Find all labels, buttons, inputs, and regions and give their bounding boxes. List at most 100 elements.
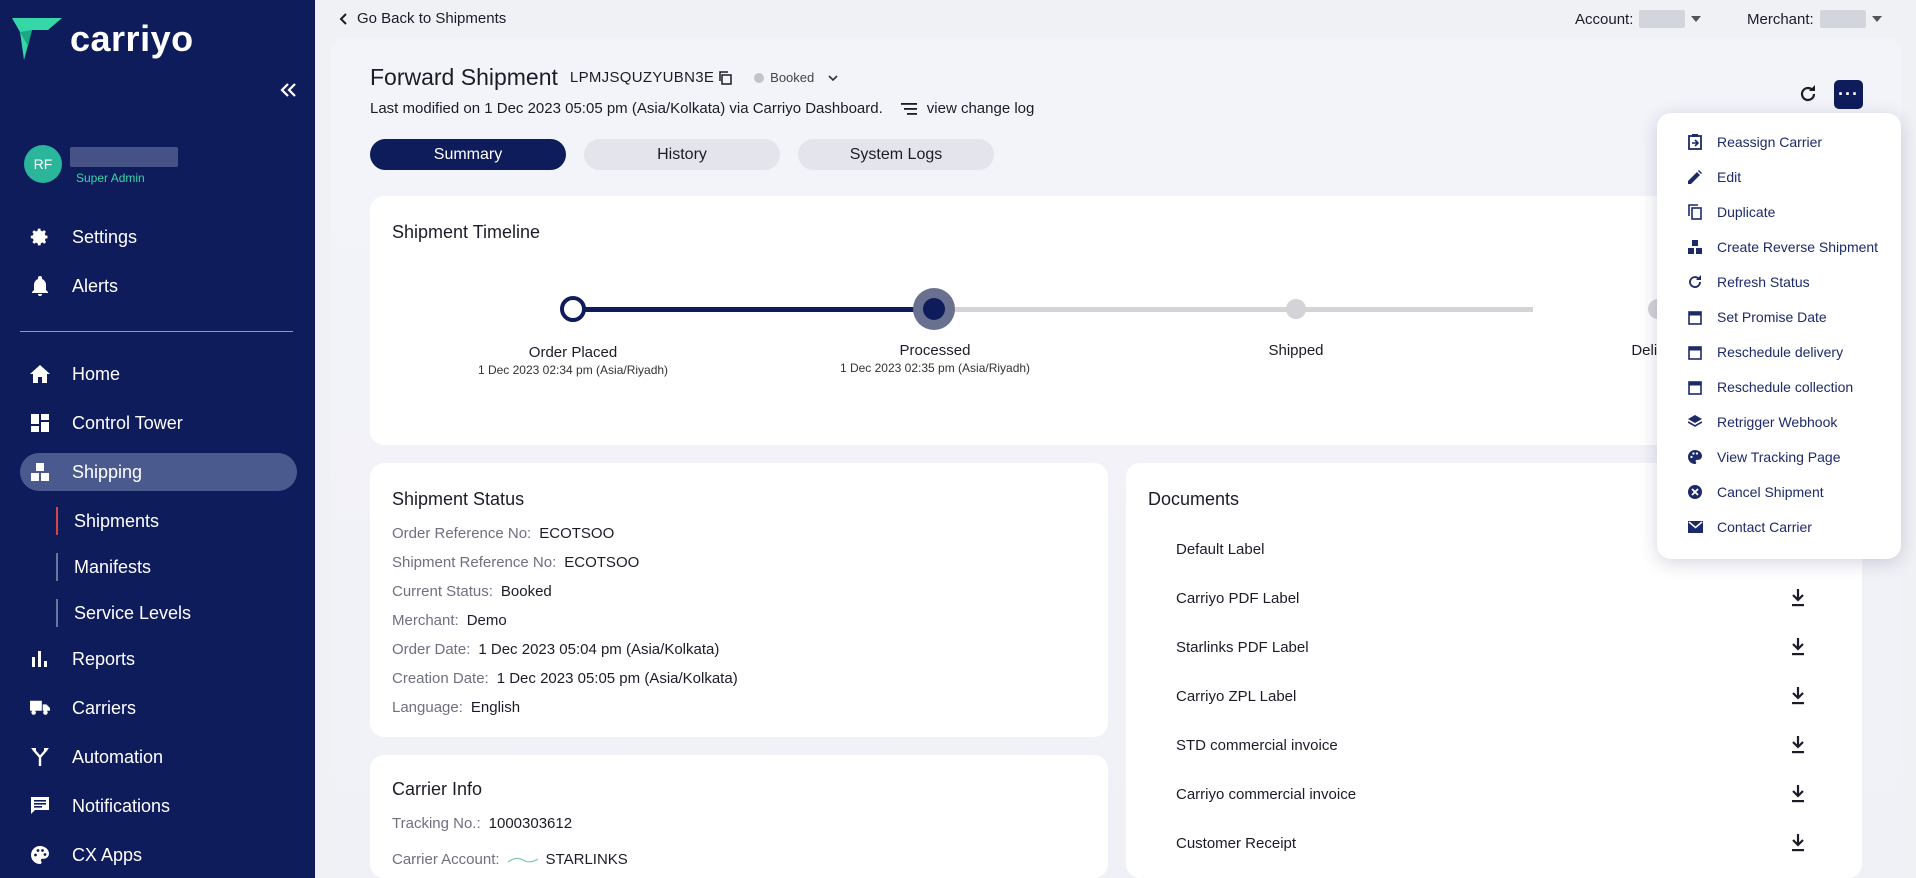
card-title: Carrier Info bbox=[392, 779, 483, 799]
status-row-value: ECOTSOO bbox=[539, 525, 615, 542]
menu-item-retrigger-webhook[interactable]: Retrigger Webhook bbox=[1687, 410, 1837, 434]
sidebar-item-automation[interactable]: Automation bbox=[20, 738, 297, 776]
document-row[interactable]: Starlinks PDF Label bbox=[1176, 635, 1806, 659]
chevron-down-icon bbox=[828, 74, 838, 81]
tab-summary[interactable]: Summary bbox=[370, 139, 566, 170]
carrier-account-value: STARLINKS bbox=[545, 851, 628, 868]
sidebar-item-reports[interactable]: Reports bbox=[20, 640, 297, 678]
sidebar-item-label: Shipping bbox=[72, 461, 143, 482]
status-row-value: ECOTSOO bbox=[564, 554, 640, 571]
sidebar-item-settings[interactable]: Settings bbox=[20, 218, 297, 256]
timeline-step-name: Shipped bbox=[1268, 342, 1324, 359]
actions-menu: Reassign Carrier Edit Duplicate Create R… bbox=[1657, 113, 1901, 559]
sidebar-item-home[interactable]: Home bbox=[20, 355, 297, 393]
starlinks-logo-icon bbox=[507, 857, 538, 863]
menu-item-duplicate[interactable]: Duplicate bbox=[1687, 200, 1775, 224]
last-modified-text: Last modified on 1 Dec 2023 05:05 pm (As… bbox=[370, 100, 883, 117]
download-icon[interactable] bbox=[1790, 785, 1806, 803]
menu-item-refresh-status[interactable]: Refresh Status bbox=[1687, 270, 1810, 294]
account-selector[interactable]: Account: bbox=[1575, 10, 1702, 28]
avatar[interactable]: RF bbox=[24, 145, 62, 183]
menu-item-reschedule-collection[interactable]: Reschedule collection bbox=[1687, 375, 1853, 399]
document-row[interactable]: Carriyo ZPL Label bbox=[1176, 684, 1806, 708]
document-row[interactable]: STD commercial invoice bbox=[1176, 733, 1806, 757]
timeline-step: Order Placed 1 Dec 2023 02:34 pm (Asia/R… bbox=[478, 344, 668, 377]
menu-item-create-reverse-shipment[interactable]: Create Reverse Shipment bbox=[1687, 235, 1878, 259]
tracking-value: 1000303612 bbox=[488, 815, 573, 832]
document-label: Customer Receipt bbox=[1176, 834, 1297, 852]
timeline-step-date: 1 Dec 2023 02:34 pm (Asia/Riyadh) bbox=[477, 363, 669, 377]
status-row-key: Language: bbox=[392, 699, 463, 716]
document-row[interactable]: Carriyo PDF Label bbox=[1176, 586, 1806, 610]
user-name-redacted bbox=[70, 147, 178, 167]
menu-item-cancel-shipment[interactable]: Cancel Shipment bbox=[1687, 480, 1824, 504]
menu-item-reassign-carrier[interactable]: Reassign Carrier bbox=[1687, 130, 1822, 154]
status-row: Merchant: Demo bbox=[392, 612, 507, 629]
more-actions-button[interactable]: ··· bbox=[1834, 80, 1863, 109]
menu-item-edit[interactable]: Edit bbox=[1687, 165, 1741, 189]
menu-item-label: Reschedule delivery bbox=[1717, 344, 1844, 360]
download-icon[interactable] bbox=[1790, 834, 1806, 852]
merchant-value-redacted bbox=[1819, 10, 1866, 28]
sidebar-item-shipping[interactable]: Shipping bbox=[20, 453, 297, 491]
merchant-selector[interactable]: Merchant: bbox=[1747, 10, 1882, 28]
tab-history[interactable]: History bbox=[584, 139, 780, 170]
sidebar-item-carriers[interactable]: Carriers bbox=[20, 689, 297, 727]
copy-icon[interactable] bbox=[718, 70, 732, 85]
calendar-icon bbox=[1687, 309, 1703, 325]
sidebar-subitem-shipments[interactable]: Shipments bbox=[56, 507, 159, 535]
view-change-log-link[interactable]: view change log bbox=[900, 100, 1034, 117]
bell-icon bbox=[30, 276, 50, 296]
status-dropdown[interactable]: Booked bbox=[754, 70, 840, 85]
status-row: Order Reference No: ECOTSOO bbox=[392, 525, 614, 542]
timeline-step-name: Order Placed bbox=[528, 344, 618, 361]
status-row-key: Creation Date: bbox=[392, 670, 489, 687]
menu-item-label: Duplicate bbox=[1717, 204, 1776, 220]
download-icon[interactable] bbox=[1790, 589, 1806, 607]
sidebar-subitem-manifests[interactable]: Manifests bbox=[56, 553, 151, 581]
download-icon[interactable] bbox=[1790, 687, 1806, 705]
pencil-icon bbox=[1687, 169, 1703, 185]
sidebar-subitem-service-levels[interactable]: Service Levels bbox=[56, 599, 191, 627]
palette-icon bbox=[30, 845, 50, 865]
status-row-key: Current Status: bbox=[392, 583, 493, 600]
page-title: Forward Shipment bbox=[370, 64, 558, 90]
merge-icon bbox=[30, 747, 50, 767]
timeline-node-processed bbox=[923, 298, 945, 320]
status-row: Current Status: Booked bbox=[392, 583, 552, 600]
back-to-shipments-link[interactable]: Go Back to Shipments bbox=[339, 10, 506, 27]
tracking-row: Tracking No.: 1000303612 bbox=[392, 815, 572, 832]
collapse-sidebar-icon[interactable] bbox=[276, 78, 300, 102]
status-row-key: Order Date: bbox=[392, 641, 471, 658]
menu-item-label: Set Promise Date bbox=[1717, 309, 1827, 325]
refresh-icon[interactable] bbox=[1796, 82, 1820, 106]
timeline-progress-line bbox=[573, 307, 933, 312]
sidebar-item-notifications[interactable]: Notifications bbox=[20, 787, 297, 825]
download-icon[interactable] bbox=[1790, 736, 1806, 754]
status-row: Order Date: 1 Dec 2023 05:04 pm (Asia/Kol… bbox=[392, 641, 719, 658]
menu-item-view-tracking-page[interactable]: View Tracking Page bbox=[1687, 445, 1840, 469]
document-row[interactable]: Carriyo commercial invoice bbox=[1176, 782, 1806, 806]
sidebar-item-cx-apps[interactable]: CX Apps bbox=[20, 836, 297, 874]
back-link-label: Go Back to Shipments bbox=[357, 10, 507, 27]
menu-item-set-promise-date[interactable]: Set Promise Date bbox=[1687, 305, 1827, 329]
sidebar-item-label: Automation bbox=[72, 746, 164, 767]
tab-system-logs[interactable]: System Logs bbox=[798, 139, 994, 170]
document-label: Carriyo commercial invoice bbox=[1176, 785, 1357, 803]
download-icon[interactable] bbox=[1790, 638, 1806, 656]
menu-item-label: Cancel Shipment bbox=[1717, 484, 1824, 500]
timeline-pending-line bbox=[933, 307, 1533, 312]
last-modified: Last modified on 1 Dec 2023 05:05 pm (As… bbox=[370, 100, 1034, 117]
document-row[interactable]: Customer Receipt bbox=[1176, 831, 1806, 855]
brand-logo[interactable]: carriyo bbox=[12, 18, 194, 60]
sidebar-item-control-tower[interactable]: Control Tower bbox=[20, 404, 297, 442]
menu-item-label: Reassign Carrier bbox=[1717, 134, 1823, 150]
shipment-timeline-card: Shipment Timeline Order Placed 1 Dec 202… bbox=[370, 196, 1882, 445]
dashboard-icon bbox=[30, 413, 50, 433]
timeline-step-name: Processed bbox=[899, 342, 971, 359]
sidebar-item-label: Settings bbox=[72, 226, 138, 247]
menu-item-reschedule-delivery[interactable]: Reschedule delivery bbox=[1687, 340, 1843, 364]
carrier-account-row: Carrier Account: STARLINKS bbox=[392, 851, 628, 868]
sidebar-item-alerts[interactable]: Alerts bbox=[20, 267, 297, 305]
menu-item-contact-carrier[interactable]: Contact Carrier bbox=[1687, 515, 1812, 539]
